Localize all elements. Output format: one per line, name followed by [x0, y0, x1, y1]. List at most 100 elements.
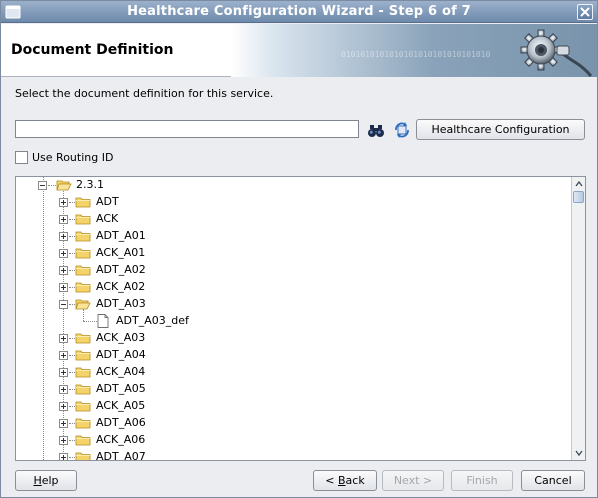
tree-node-label: ADT_A03_def [116, 314, 189, 327]
folder-icon [75, 349, 91, 361]
tree-node-adt-a03-def[interactable]: ADT_A03_def [16, 309, 556, 330]
expand-collapse-icon[interactable] [59, 249, 68, 258]
tree-node-adt-a06[interactable]: ADT_A06 [16, 415, 556, 432]
close-icon [580, 7, 590, 17]
tree-node-adt-a05[interactable]: ADT_A05 [16, 381, 556, 398]
expand-collapse-icon[interactable] [59, 266, 68, 275]
close-button[interactable] [577, 4, 593, 20]
expand-collapse-icon[interactable] [59, 419, 68, 428]
document-icon [97, 314, 113, 328]
cancel-button[interactable]: Cancel [521, 470, 585, 491]
refresh-button[interactable] [393, 121, 411, 139]
folder-icon [75, 247, 91, 259]
tree-node-label: ADT_A04 [96, 348, 146, 361]
tree-node-ack[interactable]: ACK [16, 211, 556, 228]
folder-icon [75, 230, 91, 242]
tree-scrollbar[interactable] [571, 177, 585, 460]
tree-node-adt-a03[interactable]: ADT_A03 [16, 296, 556, 313]
title-bar[interactable]: Healthcare Configuration Wizard - Step 6… [1, 1, 597, 23]
healthcare-config-button[interactable]: Healthcare Configuration [416, 119, 585, 140]
expand-collapse-icon[interactable] [59, 232, 68, 241]
expand-collapse-icon[interactable] [59, 283, 68, 292]
expand-collapse-icon[interactable] [59, 334, 68, 343]
tree-node-label: ACK_A03 [96, 331, 146, 344]
tree-node-adt-a01[interactable]: ADT_A01 [16, 228, 556, 245]
expand-collapse-icon[interactable] [59, 402, 68, 411]
tree-node-ack-a01[interactable]: ACK_A01 [16, 245, 556, 262]
tree-node-adt[interactable]: ADT [16, 194, 556, 211]
binoculars-icon [368, 125, 384, 137]
expand-collapse-icon[interactable] [59, 198, 68, 207]
tree-node-ack-a02[interactable]: ACK_A02 [16, 279, 556, 296]
binary-pattern: 0101010101010101010101010101010 [341, 50, 491, 59]
tree-node-label: ACK_A05 [96, 399, 146, 412]
tree-node-label: ADT_A03 [96, 297, 146, 310]
folder-icon [75, 332, 91, 344]
help-button[interactable]: Help [15, 470, 77, 491]
folder-icon [75, 434, 91, 446]
folder-icon [75, 400, 91, 412]
page-title: Document Definition [11, 42, 174, 58]
instruction-text: Select the document definition for this … [15, 87, 274, 100]
tree-node-label: ADT_A02 [96, 263, 146, 276]
expand-collapse-icon[interactable] [59, 453, 68, 460]
next-button[interactable]: Next > [382, 470, 444, 491]
tree-connector [83, 321, 97, 322]
tree-node-ack-a06[interactable]: ACK_A06 [16, 432, 556, 449]
search-input[interactable] [15, 120, 359, 138]
tree-node-ack-a05[interactable]: ACK_A05 [16, 398, 556, 415]
tree-node-root[interactable]: 2.3.1 [16, 177, 556, 194]
use-routing-id-checkbox[interactable] [15, 151, 28, 164]
back-mnemonic: B [338, 474, 346, 487]
scroll-down-icon[interactable] [573, 447, 585, 459]
tree-node-label: ADT [96, 195, 119, 208]
gear-icon [520, 29, 593, 77]
window-title: Healthcare Configuration Wizard - Step 6… [127, 4, 471, 19]
tree-node-label: ADT_A06 [96, 416, 146, 429]
finish-button[interactable]: Finish [451, 470, 513, 491]
tree-node-label: ADT_A05 [96, 382, 146, 395]
tree-node-label: ADT_A01 [96, 229, 146, 242]
expand-collapse-icon[interactable] [59, 436, 68, 445]
tree-node-label: ACK_A06 [96, 433, 146, 446]
tree-node-label: ACK [96, 212, 119, 225]
folder-icon [75, 383, 91, 395]
header-banner: 0101010101010101010101010101010 [231, 24, 597, 77]
tree-node-label: ACK_A04 [96, 365, 146, 378]
wizard-window: Healthcare Configuration Wizard - Step 6… [0, 0, 598, 498]
folder-icon [75, 264, 91, 276]
tree-node-adt-a04[interactable]: ADT_A04 [16, 347, 556, 364]
back-prefix: < [325, 474, 338, 487]
back-label: ack [345, 474, 365, 487]
folder-open-icon [56, 179, 72, 191]
folder-icon [75, 213, 91, 225]
expand-collapse-icon[interactable] [38, 181, 47, 190]
tree-node-label: ACK_A01 [96, 246, 146, 259]
folder-icon [75, 451, 91, 460]
scroll-thumb[interactable] [573, 191, 584, 203]
expand-collapse-icon[interactable] [59, 351, 68, 360]
tree-guide-level2 [83, 309, 84, 321]
document-tree[interactable]: 2.3.1 ADT ACK ADT_A01 ACK_A01 ADT_A02 ACK_A02 A… [15, 176, 586, 461]
expand-collapse-icon[interactable] [59, 300, 68, 309]
refresh-icon [395, 122, 409, 138]
tree-node-ack-a04[interactable]: ACK_A04 [16, 364, 556, 381]
tree-connector [48, 185, 56, 186]
scroll-up-icon[interactable] [573, 178, 585, 190]
expand-collapse-icon[interactable] [59, 368, 68, 377]
tree-node-adt-a02[interactable]: ADT_A02 [16, 262, 556, 279]
help-label: elp [41, 474, 59, 487]
help-mnemonic: H [33, 474, 42, 487]
find-button[interactable] [367, 121, 385, 139]
tree-viewport: 2.3.1 ADT ACK ADT_A01 ACK_A01 ADT_A02 ACK_A02 A… [16, 177, 571, 460]
expand-collapse-icon[interactable] [59, 385, 68, 394]
tree-node-adt-a07[interactable]: ADT_A07 [16, 449, 556, 460]
folder-icon [75, 196, 91, 208]
use-routing-id-label: Use Routing ID [32, 151, 114, 164]
back-button[interactable]: < Back [313, 470, 377, 491]
expand-collapse-icon[interactable] [59, 215, 68, 224]
folder-icon [75, 281, 91, 293]
tree-node-ack-a03[interactable]: ACK_A03 [16, 330, 556, 347]
wizard-header: Document Definition 01010101010101010101… [1, 24, 597, 77]
tree-node-label: ACK_A02 [96, 280, 146, 293]
